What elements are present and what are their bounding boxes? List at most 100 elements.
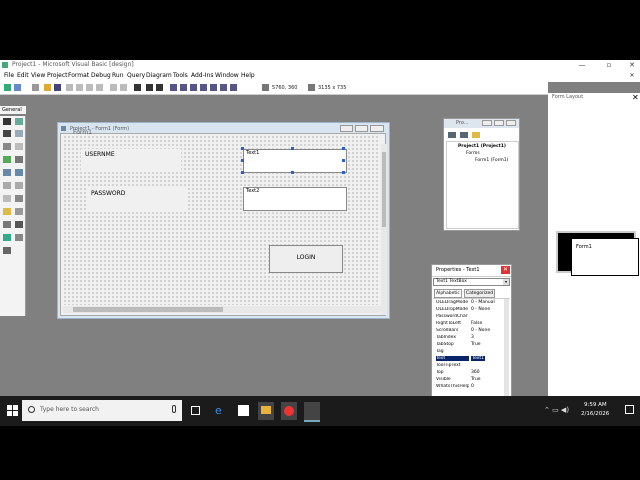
designer-horizontal-scrollbar[interactable] xyxy=(63,306,381,313)
scrollbar-thumb[interactable] xyxy=(73,307,223,312)
property-value[interactable]: 0 - None xyxy=(471,328,490,333)
combobox-icon[interactable] xyxy=(3,169,11,176)
text1-textbox[interactable]: Text1 xyxy=(243,149,347,173)
save-icon[interactable] xyxy=(54,84,61,91)
selection-handle[interactable] xyxy=(241,147,244,150)
property-value[interactable]: Text1 xyxy=(471,356,485,361)
property-row[interactable]: Tag xyxy=(436,349,509,356)
cut-icon[interactable] xyxy=(66,84,73,91)
selection-handle[interactable] xyxy=(342,147,345,150)
property-value[interactable]: 0 - Manual xyxy=(471,300,495,305)
project-close-button[interactable] xyxy=(506,120,516,126)
menu-debug[interactable]: Debug xyxy=(91,72,111,79)
project-node[interactable]: Project1 (Project1) xyxy=(458,144,506,149)
menu-file[interactable]: File xyxy=(4,72,14,79)
object-selector[interactable]: Text1 TextBox ▾ xyxy=(433,278,510,286)
form1-canvas[interactable]: Form1 USERNME PASSWORD Text1 Text2 LOGIN xyxy=(63,129,379,305)
text2-textbox[interactable]: Text2 xyxy=(243,187,347,211)
system-tray-icons[interactable]: ⌃ ▭ ◀) xyxy=(544,406,574,414)
optionbutton-icon[interactable] xyxy=(15,156,23,163)
frame-icon[interactable] xyxy=(3,143,11,150)
minimize-button[interactable]: — xyxy=(574,60,590,70)
selection-handle[interactable] xyxy=(342,171,345,174)
property-row[interactable]: WhatsThisHelp 0 xyxy=(436,384,509,391)
toggle-folders-icon[interactable] xyxy=(472,132,480,138)
textbox-icon[interactable] xyxy=(15,130,23,137)
project-maximize-button[interactable] xyxy=(494,120,504,126)
menu-help[interactable]: Help xyxy=(241,72,255,79)
data-view-icon[interactable] xyxy=(220,84,227,91)
redo-icon[interactable] xyxy=(120,84,127,91)
taskbar-search-box[interactable]: Type here to search xyxy=(22,400,182,421)
undo-icon[interactable] xyxy=(110,84,117,91)
property-row[interactable]: ToolTipText xyxy=(436,363,509,370)
object-browser-icon[interactable] xyxy=(200,84,207,91)
username-label-box[interactable]: USERNME xyxy=(81,149,181,171)
pointer-icon[interactable] xyxy=(3,118,11,125)
ole-icon[interactable] xyxy=(3,247,11,254)
clock-date[interactable]: 2/16/2026 xyxy=(581,411,609,417)
image-icon[interactable] xyxy=(3,234,11,241)
tab-alphabetic[interactable]: Alphabetic xyxy=(434,289,462,298)
menu-run[interactable]: Run xyxy=(112,72,124,79)
menu-edit[interactable]: Edit xyxy=(17,72,29,79)
menu-editor-icon[interactable] xyxy=(32,84,39,91)
property-row[interactable]: RightToLeft False xyxy=(436,321,509,328)
maximize-button[interactable]: ▫ xyxy=(601,60,617,70)
start-icon[interactable] xyxy=(134,84,141,91)
form1-node[interactable]: Form1 (Form1) xyxy=(475,158,508,163)
find-icon[interactable] xyxy=(96,84,103,91)
password-label-box[interactable]: PASSWORD xyxy=(87,188,187,210)
property-row[interactable]: ScrollBars 0 - None xyxy=(436,328,509,335)
microphone-icon[interactable] xyxy=(172,405,176,413)
property-row-selected[interactable]: Text Text1 xyxy=(436,356,509,363)
windows-start-icon[interactable] xyxy=(7,405,18,416)
properties-close-button[interactable]: ✕ xyxy=(501,266,510,274)
property-row[interactable]: Top 360 xyxy=(436,370,509,377)
property-value[interactable]: False xyxy=(471,321,482,326)
property-row[interactable]: OLEDropMode 0 - None xyxy=(436,307,509,314)
selection-handle[interactable] xyxy=(291,147,294,150)
properties-window-icon[interactable] xyxy=(180,84,187,91)
add-form-icon[interactable] xyxy=(14,84,21,91)
menu-project[interactable]: Project xyxy=(47,72,68,79)
scrollbar-thumb[interactable] xyxy=(382,152,386,227)
toolbox-tab-general[interactable]: General xyxy=(0,106,26,114)
doc-close-icon[interactable]: ✕ xyxy=(624,71,640,81)
edge-icon[interactable]: e xyxy=(215,404,226,417)
property-grid-scrollbar[interactable] xyxy=(504,299,509,409)
component-manager-icon[interactable] xyxy=(230,84,237,91)
menu-format[interactable]: Format xyxy=(68,72,89,79)
vscrollbar-icon[interactable] xyxy=(15,182,23,189)
selection-handle[interactable] xyxy=(342,159,345,162)
hscrollbar-icon[interactable] xyxy=(3,182,11,189)
chevron-down-icon[interactable]: ▾ xyxy=(503,279,509,285)
paste-icon[interactable] xyxy=(86,84,93,91)
property-row[interactable]: Visible True xyxy=(436,377,509,384)
designer-vertical-scrollbar[interactable] xyxy=(381,144,387,315)
picturebox-icon[interactable] xyxy=(15,118,23,125)
drivelistbox-icon[interactable] xyxy=(15,195,23,202)
line-icon[interactable] xyxy=(15,221,23,228)
label-icon[interactable] xyxy=(3,130,11,137)
notification-icon[interactable] xyxy=(625,405,634,414)
property-row[interactable]: OLEDragMode 0 - Manual xyxy=(436,300,509,307)
toolbox-icon[interactable] xyxy=(210,84,217,91)
form-layout-close-icon[interactable]: ✕ xyxy=(632,93,639,102)
end-icon[interactable] xyxy=(156,84,163,91)
property-value[interactable]: 360 xyxy=(471,370,480,375)
form-layout-icon[interactable] xyxy=(190,84,197,91)
break-icon[interactable] xyxy=(146,84,153,91)
view-object-icon[interactable] xyxy=(460,132,468,138)
property-value[interactable]: 0 xyxy=(471,384,474,389)
close-button[interactable]: ✕ xyxy=(624,60,640,70)
menu-window[interactable]: Window xyxy=(215,72,239,79)
view-code-icon[interactable] xyxy=(448,132,456,138)
layout-form-preview[interactable]: Form1 xyxy=(571,238,639,276)
commandbutton-icon[interactable] xyxy=(15,143,23,150)
menu-view[interactable]: View xyxy=(31,72,45,79)
selection-handle[interactable] xyxy=(241,171,244,174)
shape-icon[interactable] xyxy=(3,221,11,228)
property-value[interactable]: True xyxy=(471,342,481,347)
project-explorer-icon[interactable] xyxy=(170,84,177,91)
